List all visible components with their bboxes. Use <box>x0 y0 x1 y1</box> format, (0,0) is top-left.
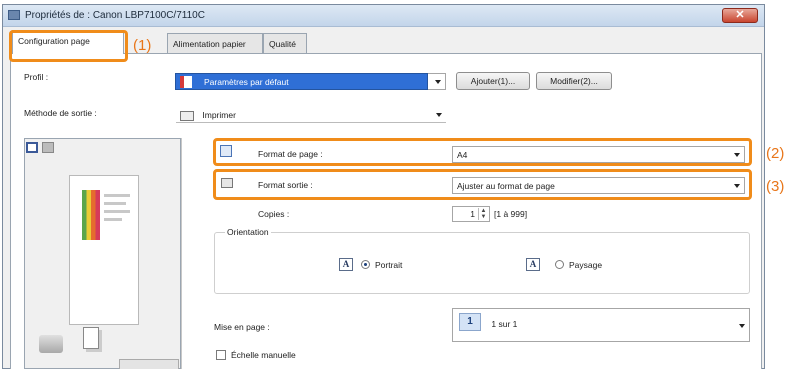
highlight-tab-frame <box>9 30 128 62</box>
pages-stack-icon <box>83 327 99 349</box>
tab-quality[interactable]: Qualité <box>263 33 307 53</box>
callout-1: (1) <box>133 37 152 54</box>
preview-divider <box>181 138 182 369</box>
text-line-graphic <box>104 194 130 197</box>
output-method-label: Méthode de sortie : <box>24 108 97 118</box>
profile-selected-value: Paramètres par défaut <box>204 77 289 87</box>
profile-select[interactable]: Paramètres par défaut <box>175 73 428 90</box>
profile-icon <box>180 76 192 88</box>
output-method-value: Imprimer <box>202 110 236 120</box>
orientation-legend: Orientation <box>225 227 271 237</box>
layout-select[interactable]: 1 1 sur 1 <box>452 308 750 342</box>
layout-value: 1 sur 1 <box>491 318 518 329</box>
underline <box>176 122 446 123</box>
landscape-icon: A <box>526 258 540 271</box>
preview-paper <box>69 175 139 325</box>
chevron-down-icon <box>739 324 745 328</box>
copies-label: Copies : <box>258 209 290 219</box>
tab-paper-source[interactable]: Alimentation papier <box>167 33 263 53</box>
layout-label: Mise en page : <box>214 322 270 332</box>
copies-stepper[interactable]: 1 ▲ ▼ <box>452 206 490 222</box>
callout-2: (2) <box>766 145 785 162</box>
portrait-label: Portrait <box>375 260 403 270</box>
chevron-down-icon <box>436 113 442 117</box>
preview-page-icon[interactable] <box>26 142 38 153</box>
profile-dropdown-toggle[interactable] <box>428 73 446 90</box>
add-profile-button[interactable]: Ajouter(1)... <box>456 72 530 90</box>
layout-page-icon: 1 <box>459 313 481 331</box>
landscape-radio[interactable] <box>555 260 564 269</box>
output-method-select[interactable]: Imprimer <box>175 106 447 123</box>
portrait-radio[interactable] <box>361 260 370 269</box>
landscape-label: Paysage <box>569 260 603 270</box>
close-button[interactable]: ✕ <box>722 8 758 23</box>
page-preview-area <box>24 138 181 369</box>
text-line-graphic <box>104 210 130 213</box>
text-line-graphic <box>104 218 122 221</box>
window-title: Propriétés de : Canon LBP7100C/7110C <box>25 10 205 21</box>
copies-value: 1 <box>470 209 475 219</box>
printer-device-icon <box>39 335 63 353</box>
copies-range: [1 à 999] <box>494 209 528 219</box>
color-bar-graphic <box>82 190 100 240</box>
callout-3: (3) <box>766 178 785 195</box>
printer-icon <box>8 10 20 20</box>
profile-label: Profil : <box>24 72 49 82</box>
title-bar: Propriétés de : Canon LBP7100C/7110C ✕ <box>3 5 764 27</box>
portrait-icon: A <box>339 258 353 271</box>
text-line-graphic <box>104 202 126 205</box>
highlight-output-size <box>213 169 752 200</box>
manual-scaling-label: Échelle manuelle <box>231 350 296 360</box>
printer-icon <box>180 110 194 121</box>
stepper-arrows-icon[interactable]: ▲ ▼ <box>478 208 488 220</box>
edit-profile-button[interactable]: Modifier(2)... <box>536 72 612 90</box>
preview-toolbar[interactable] <box>119 359 179 369</box>
chevron-down-icon <box>435 80 441 84</box>
highlight-page-size <box>213 138 752 166</box>
manual-scaling-checkbox[interactable] <box>216 350 226 360</box>
preview-printer-icon[interactable] <box>42 142 54 153</box>
orientation-group: Orientation A Portrait A Paysage <box>214 227 750 294</box>
